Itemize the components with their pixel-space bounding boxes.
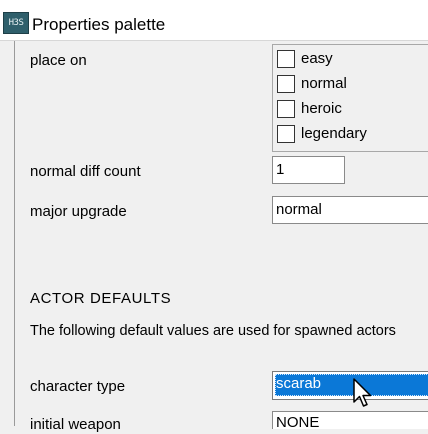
initial-weapon-label: initial weapon: [30, 416, 121, 433]
major-upgrade-label: major upgrade: [30, 203, 127, 220]
major-upgrade-field[interactable]: normal: [272, 196, 428, 224]
checkbox-label: normal: [301, 75, 347, 92]
mouse-pointer-icon: [353, 378, 372, 407]
app-icon: H3S: [3, 12, 29, 34]
normal-diff-count-input[interactable]: 1: [272, 156, 345, 184]
checkbox-box[interactable]: [277, 125, 295, 143]
checkbox-box[interactable]: [277, 50, 295, 68]
panel-divider: [14, 41, 15, 426]
character-type-label: character type: [30, 378, 126, 395]
checkbox-box[interactable]: [277, 100, 295, 118]
checkbox-label: heroic: [301, 100, 342, 117]
checkbox-label: legendary: [301, 125, 367, 142]
character-type-select[interactable]: scarab: [272, 371, 428, 400]
window-title: Properties palette: [32, 15, 166, 34]
initial-weapon-field[interactable]: NONE: [272, 411, 428, 429]
title-bar: H3S Properties palette: [0, 0, 428, 41]
place-on-checklist: easy normal heroic legendary: [272, 44, 428, 152]
normal-diff-count-label: normal diff count: [30, 163, 141, 180]
checkbox-label: easy: [301, 50, 333, 67]
checkbox-box[interactable]: [277, 75, 295, 93]
actor-defaults-heading: ACTOR DEFAULTS: [30, 290, 172, 307]
place-on-label: place on: [30, 52, 87, 69]
actor-defaults-description: The following default values are used fo…: [30, 323, 396, 339]
